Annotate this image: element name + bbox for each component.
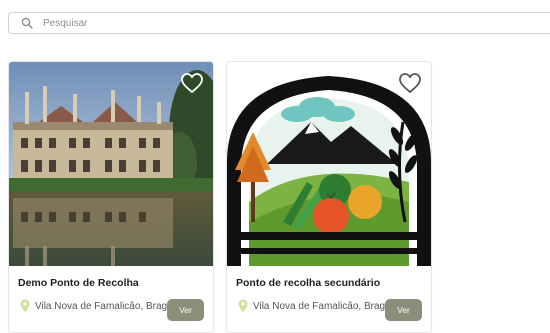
search-input[interactable] <box>43 17 550 29</box>
card-location-text: Vila Nova de Famalicão, Braga <box>253 300 391 312</box>
heart-icon[interactable] <box>398 72 422 94</box>
location-pin-icon <box>238 299 248 313</box>
location-pin-icon <box>20 299 30 313</box>
search-icon <box>21 14 39 32</box>
view-button[interactable]: Ver <box>385 299 422 321</box>
search-bar[interactable] <box>8 12 550 34</box>
card-location-text: Vila Nova de Famalicão, Braga <box>35 300 173 312</box>
view-button[interactable]: Ver <box>167 299 204 321</box>
card-location: Vila Nova de Famalicão, Braga <box>19 299 173 313</box>
card-title: Demo Ponto de Recolha <box>18 277 139 289</box>
card-title: Ponto de recolha secundário <box>236 277 381 289</box>
heart-icon[interactable] <box>180 72 204 94</box>
collection-point-card[interactable]: Ponto de recolha secundário Vila Nova de… <box>226 61 432 333</box>
collection-point-card[interactable]: Demo Ponto de Recolha Vila Nova de Famal… <box>8 61 214 333</box>
card-location: Vila Nova de Famalicão, Braga <box>237 299 391 313</box>
